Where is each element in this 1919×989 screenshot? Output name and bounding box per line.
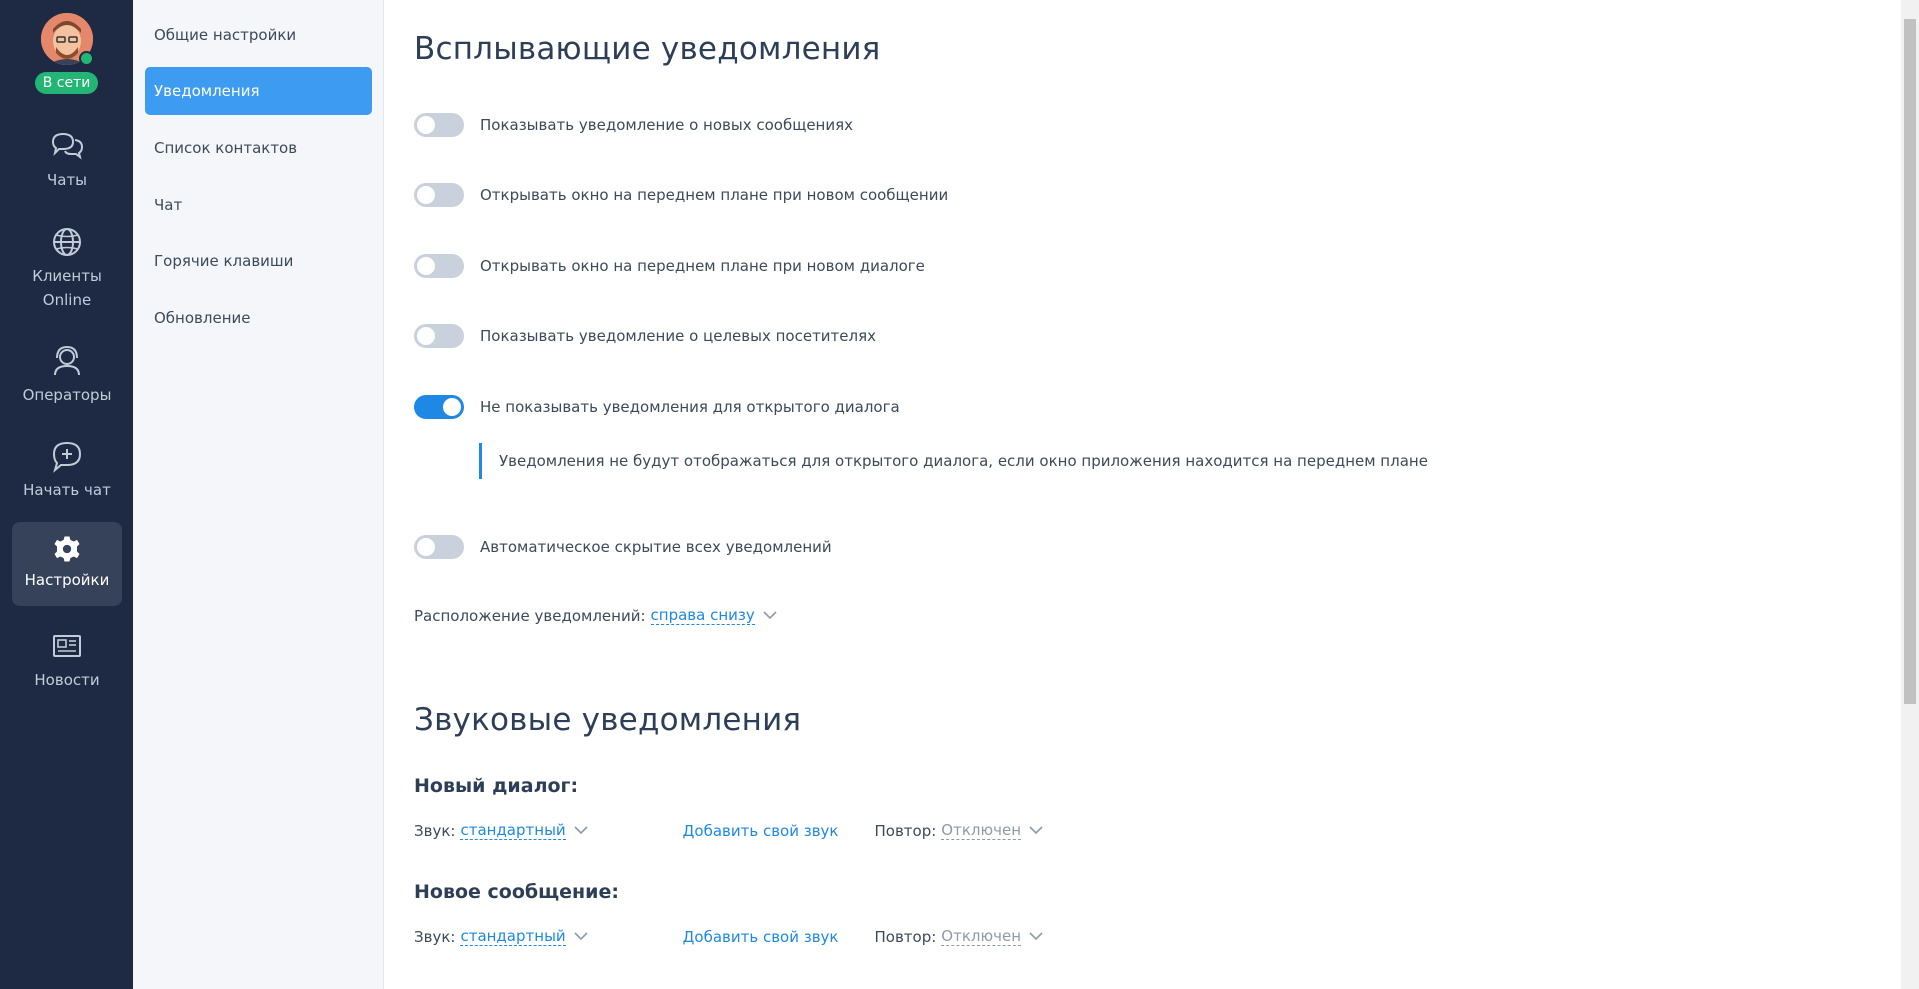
chevron-down-icon[interactable] <box>1029 826 1043 835</box>
main-content: Всплывающие уведомления Показывать уведо… <box>384 0 1901 989</box>
toggle-label: Открывать окно на переднем плане при нов… <box>480 257 925 275</box>
settings-menu: Общие настройки Уведомления Список конта… <box>133 0 384 989</box>
settings-menu-item-chat[interactable]: Чат <box>145 181 372 229</box>
left-nav: В сети Чаты Клиенты Online Операторы Нач… <box>0 0 133 989</box>
toggle-switch[interactable] <box>414 183 464 207</box>
sound-label: Звук: <box>414 927 456 946</box>
add-sound-link[interactable]: Добавить свой звук <box>683 822 839 840</box>
sound-dropdown[interactable]: стандартный <box>460 927 566 946</box>
toggle-row: Автоматическое скрытие всех уведомлений <box>414 534 832 560</box>
toggle-row: Открывать окно на переднем плане при нов… <box>414 182 948 208</box>
operator-headset-icon <box>54 345 80 376</box>
toggle-row: Не показывать уведомления для открытого … <box>414 394 900 420</box>
chevron-down-icon[interactable] <box>1029 932 1043 941</box>
sound-group-title: Новый диалог: <box>414 775 579 797</box>
repeat-dropdown[interactable]: Отключен <box>941 821 1021 840</box>
toggle-label: Не показывать уведомления для открытого … <box>480 398 900 416</box>
position-dropdown[interactable]: справа снизу <box>650 606 755 625</box>
sound-dropdown[interactable]: стандартный <box>460 821 566 840</box>
online-indicator <box>79 51 94 66</box>
nav-item-start-chat[interactable]: Начать чат <box>12 438 122 502</box>
settings-menu-item-general[interactable]: Общие настройки <box>145 11 372 59</box>
toggle-label: Показывать уведомление о целевых посетит… <box>480 327 877 345</box>
position-row: Расположение уведомлений: справа снизу <box>414 606 777 625</box>
sound-row: Звук: стандартный Добавить свой звук Пов… <box>414 927 1043 946</box>
repeat-label: Повтор: <box>874 821 937 840</box>
avatar[interactable] <box>41 13 94 66</box>
scrollbar[interactable] <box>1901 0 1919 989</box>
toggle-row: Показывать уведомление о новых сообщения… <box>414 112 853 138</box>
nav-label: Настройки <box>24 571 110 589</box>
nav-item-clients-online[interactable]: Клиенты Online <box>12 224 122 312</box>
chevron-down-icon[interactable] <box>763 611 777 620</box>
nav-item-settings[interactable]: Настройки <box>12 522 122 606</box>
toggle-switch[interactable] <box>414 324 464 348</box>
chevron-down-icon[interactable] <box>574 932 588 941</box>
hint-text: Уведомления не будут отображаться для от… <box>479 443 1428 479</box>
chevron-down-icon[interactable] <box>574 826 588 835</box>
settings-menu-item-update[interactable]: Обновление <box>145 294 372 342</box>
repeat-label: Повтор: <box>874 927 937 946</box>
chat-bubbles-icon <box>51 132 84 160</box>
add-sound-link[interactable]: Добавить свой звук <box>683 928 839 946</box>
nav-item-news[interactable]: Новости <box>12 628 122 692</box>
sound-row: Звук: стандартный Добавить свой звук Пов… <box>414 821 1043 840</box>
sound-group-title: Новое сообщение: <box>414 881 619 903</box>
settings-menu-item-hotkeys[interactable]: Горячие клавиши <box>145 237 372 285</box>
newspaper-icon <box>53 635 81 657</box>
toggle-row: Открывать окно на переднем плане при нов… <box>414 253 925 279</box>
globe-icon <box>53 228 81 256</box>
nav-label: Новости <box>34 671 100 689</box>
toggle-switch[interactable] <box>414 254 464 278</box>
sound-label: Звук: <box>414 821 456 840</box>
position-label: Расположение уведомлений: <box>414 606 646 625</box>
add-chat-icon <box>52 441 82 473</box>
nav-item-chats[interactable]: Чаты <box>12 128 122 192</box>
nav-label: Операторы <box>22 386 112 404</box>
popup-section-title: Всплывающие уведомления <box>414 31 881 67</box>
scrollbar-thumb[interactable] <box>1904 19 1916 704</box>
settings-menu-item-contacts[interactable]: Список контактов <box>145 124 372 172</box>
nav-item-operators[interactable]: Операторы <box>12 343 122 407</box>
nav-label: Начать чат <box>23 481 111 499</box>
gear-icon <box>54 536 80 562</box>
toggle-label: Показывать уведомление о новых сообщения… <box>480 116 854 134</box>
toggle-switch[interactable] <box>414 535 464 559</box>
toggle-label: Автоматическое скрытие всех уведомлений <box>480 538 832 556</box>
toggle-switch[interactable] <box>414 113 464 137</box>
nav-label: Чаты <box>46 171 88 189</box>
toggle-row: Показывать уведомление о целевых посетит… <box>414 323 876 349</box>
nav-label: Клиенты Online <box>32 267 102 309</box>
toggle-switch[interactable] <box>414 395 464 419</box>
settings-menu-item-notifications[interactable]: Уведомления <box>145 67 372 115</box>
status-badge[interactable]: В сети <box>35 72 98 94</box>
repeat-dropdown[interactable]: Отключен <box>941 927 1021 946</box>
sound-section-title: Звуковые уведомления <box>414 702 802 738</box>
toggle-label: Открывать окно на переднем плане при нов… <box>480 186 949 204</box>
